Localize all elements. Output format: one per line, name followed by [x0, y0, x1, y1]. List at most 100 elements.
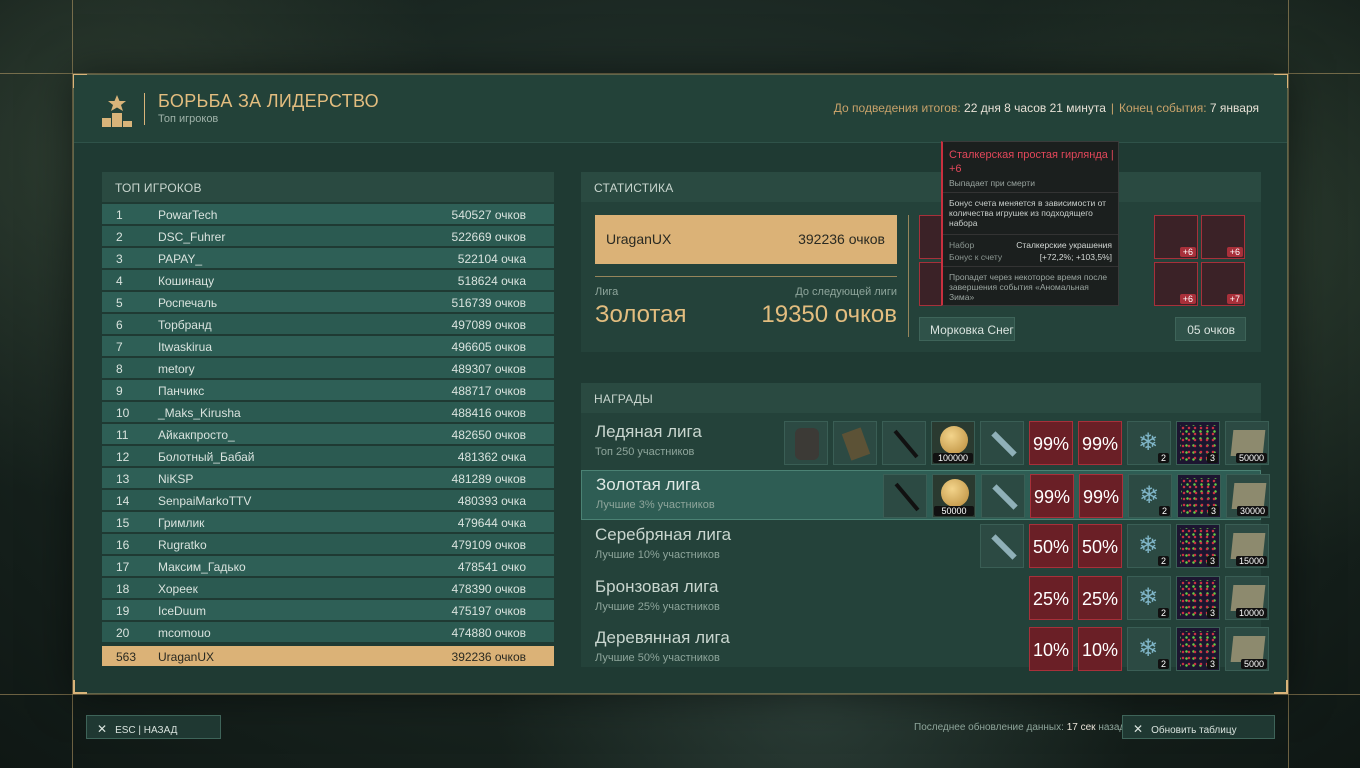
- event-timer: До подведения итогов: 22 дня 8 часов 21 …: [833, 101, 1259, 115]
- leaderboard-row[interactable]: 5 Роспечаль 516739 очков: [102, 292, 554, 312]
- boost-icon[interactable]: 99%: [1078, 421, 1122, 465]
- leaderboard-row[interactable]: 1 PowarTech 540527 очков: [102, 204, 554, 224]
- close-icon: ✕: [1133, 722, 1144, 736]
- reward-league-row[interactable]: Деревянная лига Лучшие 50% участников 5000…: [581, 624, 1269, 674]
- map-icon[interactable]: 30000: [1226, 473, 1270, 518]
- reward-league-row[interactable]: Золотая лигаЛучшие 3% участников30000329…: [581, 469, 1270, 520]
- coin-icon[interactable]: 50000: [932, 473, 976, 518]
- boost-icon[interactable]: 50%: [1078, 524, 1122, 568]
- rank: 1: [116, 208, 123, 222]
- leaderboard-row[interactable]: 2 DSC_Fuhrer 522669 очков: [102, 226, 554, 246]
- rank: 4: [116, 274, 123, 288]
- player-name: Айкакпросто_: [158, 428, 235, 442]
- boost-icon[interactable]: 10%: [1029, 627, 1073, 671]
- leaderboard-row[interactable]: 4 Кошинацу 518624 очка: [102, 270, 554, 290]
- starfield-icon[interactable]: 3: [1176, 421, 1220, 465]
- rank: 2: [116, 230, 123, 244]
- boost-icon[interactable]: 99%: [1029, 421, 1073, 465]
- leaderboard-row[interactable]: 19 IceDuum 475197 очков: [102, 600, 554, 620]
- starfield-icon[interactable]: 3: [1176, 524, 1220, 568]
- leaderboard-row[interactable]: 13 NiKSP 481289 очков: [102, 468, 554, 488]
- leaderboard-row[interactable]: 12 Болотный_Бабай 481362 очка: [102, 446, 554, 466]
- leaderboard-row[interactable]: 15 Гримлик 479644 очка: [102, 512, 554, 532]
- player-name: DSC_Fuhrer: [158, 230, 226, 244]
- rank: 12: [116, 450, 130, 464]
- next-league-value: 19350 очков: [761, 301, 897, 328]
- knife-icon[interactable]: [980, 421, 1024, 465]
- my-rank-row[interactable]: 563 UraganUX 392236 очков: [102, 646, 554, 666]
- statistics-section: СТАТИСТИКА UraganUX 392236 очков Лига Зол…: [581, 172, 1261, 352]
- toy-slot[interactable]: +6: [1154, 215, 1198, 259]
- player-name: PowarTech: [158, 208, 218, 222]
- rank: 15: [116, 516, 130, 530]
- player-score: 481289 очков: [451, 472, 526, 486]
- bonus-score-button[interactable]: 05 очков: [1175, 317, 1246, 341]
- starfield-icon[interactable]: 3: [1176, 575, 1220, 620]
- league-name: Серебряная лига: [595, 525, 732, 544]
- snowflake-icon[interactable]: 2: [1127, 575, 1171, 620]
- leaderboard-row[interactable]: 17 Максим_Гадько 478541 очко: [102, 556, 554, 576]
- device-icon[interactable]: [833, 421, 877, 465]
- rank: 9: [116, 384, 123, 398]
- knife-icon[interactable]: [980, 524, 1024, 568]
- boost-icon[interactable]: 25%: [1078, 575, 1122, 620]
- leaderboard-row[interactable]: 18 Хореек 478390 очков: [102, 578, 554, 598]
- toy-slot[interactable]: +6: [1154, 262, 1198, 306]
- back-button[interactable]: ✕ ESC | НАЗАД: [86, 715, 221, 739]
- league-name: Золотая лига: [596, 474, 701, 494]
- leaderboard-row[interactable]: 14 SenpaiMarkoTTV 480393 очка: [102, 490, 554, 510]
- map-icon[interactable]: 10000: [1225, 575, 1269, 620]
- leaderboard-row[interactable]: 9 Панчикс 488717 очков: [102, 380, 554, 400]
- leaderboard-row[interactable]: 6 Торбранд 497089 очков: [102, 314, 554, 334]
- starfield-icon[interactable]: 3: [1176, 627, 1220, 671]
- rank: 17: [116, 560, 130, 574]
- map-icon[interactable]: 5000: [1225, 627, 1269, 671]
- reward-league-row[interactable]: Бронзовая лига Лучшие 25% участников 10000…: [581, 573, 1269, 623]
- player-score: 474880 очков: [451, 626, 526, 640]
- frame-line: [0, 694, 1360, 695]
- player-name: Торбранд: [158, 318, 212, 332]
- boost-icon[interactable]: 25%: [1029, 575, 1073, 620]
- toy-slot[interactable]: +6: [1201, 215, 1245, 259]
- leaderboard-row[interactable]: 8 metory 489307 очков: [102, 358, 554, 378]
- leaderboard-row[interactable]: 3 PAPAY_ 522104 очка: [102, 248, 554, 268]
- player-name: Кошинацу: [158, 274, 215, 288]
- knife-icon[interactable]: [981, 473, 1025, 518]
- leaderboard-row[interactable]: 11 Айкакпросто_ 482650 очков: [102, 424, 554, 444]
- coin-icon[interactable]: 100000: [931, 421, 975, 465]
- toy-level: +6: [1179, 247, 1196, 257]
- bonus-item-button[interactable]: Морковка Снег: [919, 317, 1015, 341]
- leaderboard-row[interactable]: 7 Itwaskirua 496605 очков: [102, 336, 554, 356]
- snowflake-icon[interactable]: 2: [1127, 421, 1171, 465]
- leaderboard-row[interactable]: 10 _Maks_Kirusha 488416 очков: [102, 402, 554, 422]
- rifle-icon[interactable]: [883, 473, 927, 518]
- player-name: Роспечаль: [158, 296, 218, 310]
- map-icon[interactable]: 15000: [1225, 524, 1269, 568]
- snowflake-icon[interactable]: 2: [1127, 524, 1171, 568]
- boost-icon[interactable]: 50%: [1029, 524, 1073, 568]
- player-score: 480393 очка: [457, 494, 526, 508]
- top-players-table: ТОП ИГРОКОВ 1 PowarTech 540527 очков 2 DSC_F…: [102, 172, 554, 666]
- starfield-icon[interactable]: 3: [1177, 473, 1221, 518]
- section-title: СТАТИСТИКА: [581, 172, 1261, 202]
- boost-icon[interactable]: 99%: [1030, 473, 1074, 518]
- armor-icon[interactable]: [784, 421, 828, 465]
- toy-level: +7: [1226, 294, 1243, 304]
- boost-icon[interactable]: 10%: [1078, 627, 1122, 671]
- rank: 19: [116, 604, 130, 618]
- map-icon[interactable]: 50000: [1225, 421, 1269, 465]
- rifle-icon[interactable]: [882, 421, 926, 465]
- toy-slot[interactable]: +7: [1201, 262, 1245, 306]
- player-score: 475197 очков: [451, 604, 526, 618]
- snowflake-icon[interactable]: 2: [1128, 473, 1172, 518]
- player-name: metory: [158, 362, 195, 376]
- leaderboard-row[interactable]: 16 Rugratko 479109 очков: [102, 534, 554, 554]
- reward-league-row[interactable]: Ледяная лигаТоп 250 участников500003299%…: [581, 418, 1269, 468]
- boost-icon[interactable]: 99%: [1079, 473, 1123, 518]
- reward-league-row[interactable]: Серебряная лига Лучшие 10% участников 1500…: [581, 521, 1269, 571]
- close-icon: ✕: [97, 722, 108, 736]
- snowflake-icon[interactable]: 2: [1127, 627, 1171, 671]
- leaderboard-row[interactable]: 20 mcomouo 474880 очков: [102, 622, 554, 642]
- player-name: PAPAY_: [158, 252, 203, 266]
- refresh-button[interactable]: ✕ Обновить таблицу: [1122, 715, 1275, 739]
